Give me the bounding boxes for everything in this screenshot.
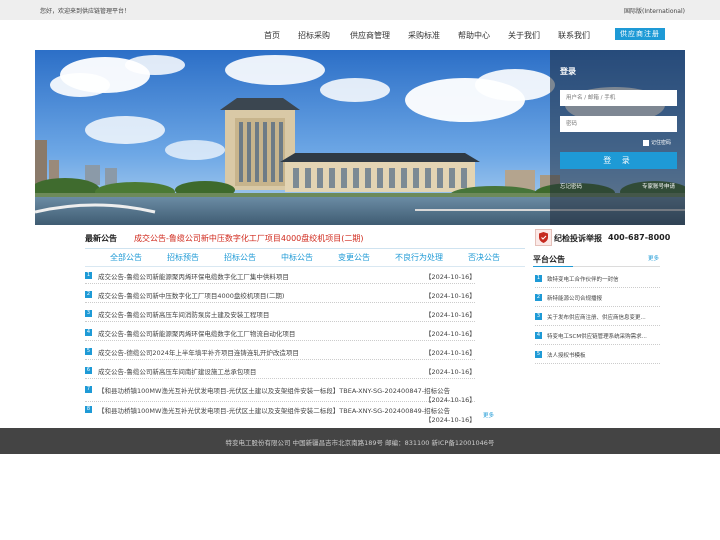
item-number: 7 [85,386,92,393]
nav-supplier-management[interactable]: 供应商管理 [350,30,390,41]
divider-accent [533,266,573,267]
list-item[interactable]: 8 【和县功桥镇100MW渔光互补光伏发电项目-光伏区土建以及支架组件安装二标段… [85,402,476,424]
welcome-text: 您好，欢迎来到供应链管理平台！ [40,8,131,15]
expert-account-apply-link[interactable]: 专家账号申请 [642,182,675,190]
platform-list-item[interactable]: 5 法人授权书模板 [535,345,660,364]
platform-more-link[interactable]: 更多 [648,254,659,262]
remember-password[interactable]: 记住密码 [643,139,671,146]
latest-notice-text[interactable]: 成交公告-鲁缆公司新中压数字化工厂项目4000盘绞机项目(二期) [134,233,364,244]
item-title[interactable]: 致特变电工合作伙伴的一封信 [547,275,659,283]
item-number: 6 [85,367,92,374]
supplier-register-button[interactable]: 供应商注册 [615,28,665,40]
shield-icon [535,229,552,246]
nav-tender[interactable]: 招标采购 [298,30,330,41]
list-item[interactable]: 7 【和县功桥镇100MW渔光互补光伏发电项目-光伏区土建以及支架组件安装一标段… [85,382,476,404]
item-date: 【2024-10-16】 [425,349,476,357]
item-date: 【2024-10-16】 [425,368,476,376]
international-link[interactable]: 国际版(International) [624,6,685,15]
item-number: 3 [535,313,542,320]
remember-label: 记住密码 [651,140,672,146]
item-number: 3 [85,310,92,317]
latest-notice-label: 最新公告 [85,234,117,243]
item-date: 【2024-10-16】 [425,292,476,300]
top-bar: 您好，欢迎来到供应链管理平台！ 国际版(International) [0,0,720,20]
item-title[interactable]: 【和县功桥镇100MW渔光互补光伏发电项目-光伏区土建以及支架组件安装二标段】T… [98,405,450,415]
list-item[interactable]: 4 成交公告-鲁缆公司新能源聚丙烯环保电缆数字化工厂物流自动化项目 【2024-… [85,325,476,341]
item-title[interactable]: 成交公告-鲁缆公司新中压数字化工厂项目4000盘绞机项目(二期) [98,290,284,300]
item-title[interactable]: 特变电工SCM供应链管理系统采购需求... [547,332,659,340]
footer-text: 特变电工股份有限公司 中国新疆昌吉市北京南路189号 邮编：831100 新IC… [225,439,495,447]
platform-list-item[interactable]: 2 新特能源公司合规播报 [535,288,660,307]
tab-misconduct[interactable]: 不良行为处理 [395,252,443,263]
remember-checkbox[interactable] [643,139,649,146]
item-number: 4 [535,332,542,339]
item-number: 8 [85,406,92,413]
nav-help-center[interactable]: 帮助中心 [458,30,490,41]
latest-notice-bar: 最新公告 成交公告-鲁缆公司新中压数字化工厂项目4000盘绞机项目(二期) [85,233,525,247]
tab-tender-preview[interactable]: 招标预告 [167,252,199,263]
item-title[interactable]: 成交公告-德缆公司2024年上半年填平补齐项目连铸连轧开炉改造项目 [98,347,299,357]
item-number: 5 [535,351,542,358]
tab-award-notice[interactable]: 中标公告 [281,252,313,263]
item-date: 【2024-10-16】 [425,330,476,338]
platform-list-item[interactable]: 1 致特变电工合作伙伴的一封信 [535,269,660,288]
item-number: 1 [535,275,542,282]
nav-purchase-standard[interactable]: 采购标准 [408,30,440,41]
login-button[interactable]: 登 录 [560,152,677,169]
notice-category-tabs: 全部公告 招标预告 招标公告 中标公告 变更公告 不良行为处理 否决公告 [85,252,525,266]
hotline-number: 400-687-8000 [608,233,671,242]
nav-about-us[interactable]: 关于我们 [508,30,540,41]
nav-contact-us[interactable]: 联系我们 [558,30,590,41]
nav-home[interactable]: 首页 [264,30,280,41]
complaint-hotline: 纪检投诉举报 400-687-8000 [535,229,670,246]
forgot-password-link[interactable]: 忘记密码 [560,182,582,190]
login-title: 登录 [560,67,576,76]
list-item[interactable]: 2 成交公告-鲁缆公司新中压数字化工厂项目4000盘绞机项目(二期) 【2024… [85,287,476,303]
item-date: 【2024-10-16】 [425,311,476,319]
header: 首页 招标采购 供应商管理 采购标准 帮助中心 关于我们 联系我们 供应商注册 [0,20,720,50]
item-number: 2 [85,291,92,298]
tab-tender-notice[interactable]: 招标公告 [224,252,256,263]
platform-list-item[interactable]: 3 关于发布供应商注册、供应商信息变更... [535,307,660,326]
login-panel: 登录 记住密码 登 录 忘记密码 专家账号申请 [550,50,685,225]
divider [85,266,525,267]
tab-rejection-notice[interactable]: 否决公告 [468,252,500,263]
item-title[interactable]: 【和县功桥镇100MW渔光互补光伏发电项目-光伏区土建以及支架组件安装一标段】T… [98,385,450,395]
item-title[interactable]: 关于发布供应商注册、供应商信息变更... [547,313,659,321]
platform-list-item[interactable]: 4 特变电工SCM供应链管理系统采购需求... [535,326,660,345]
list-item[interactable]: 5 成交公告-德缆公司2024年上半年填平补齐项目连铸连轧开炉改造项目 【202… [85,344,476,360]
platform-notice-title: 平台公告 [533,255,565,264]
item-number: 5 [85,348,92,355]
password-input[interactable] [560,116,677,132]
footer: 特变电工股份有限公司 中国新疆昌吉市北京南路189号 邮编：831100 新IC… [0,428,720,454]
tab-change-notice[interactable]: 变更公告 [338,252,370,263]
list-item[interactable]: 6 成交公告-鲁缆公司新高压车间南扩建设施工总承包项目 【2024-10-16】 [85,363,476,379]
item-number: 1 [85,272,92,279]
hotline-label: 纪检投诉举报 [554,234,602,243]
username-input[interactable] [560,90,677,106]
notice-more-link[interactable]: 更多 [483,411,494,419]
item-date: 【2024-10-16】 [425,416,476,424]
item-title[interactable]: 成交公告-鲁缆公司新能源聚丙烯环保电缆数字化工厂物流自动化项目 [98,328,295,338]
list-item[interactable]: 1 成交公告-鲁缆公司新能源聚丙烯环保电缆数字化工厂集中供料项目 【2024-1… [85,268,476,284]
item-date: 【2024-10-16】 [425,273,476,281]
item-title[interactable]: 法人授权书模板 [547,351,659,359]
item-title[interactable]: 成交公告-鲁缆公司新高压车间消防泵房土建及安装工程项目 [98,309,269,319]
list-item[interactable]: 3 成交公告-鲁缆公司新高压车间消防泵房土建及安装工程项目 【2024-10-1… [85,306,476,322]
item-title[interactable]: 新特能源公司合规播报 [547,294,659,302]
tab-all-notices[interactable]: 全部公告 [110,252,142,263]
item-title[interactable]: 成交公告-鲁缆公司新能源聚丙烯环保电缆数字化工厂集中供料项目 [98,271,289,281]
item-title[interactable]: 成交公告-鲁缆公司新高压车间南扩建设施工总承包项目 [98,366,256,376]
divider [85,248,525,249]
item-number: 2 [535,294,542,301]
item-number: 4 [85,329,92,336]
